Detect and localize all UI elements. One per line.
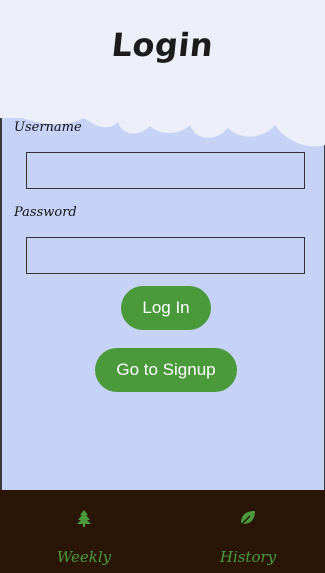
signup-button[interactable]: Go to Signup xyxy=(95,348,237,392)
username-label: Username xyxy=(14,120,82,135)
leaf-icon xyxy=(240,511,255,526)
password-label: Password xyxy=(14,205,77,220)
tree-icon xyxy=(77,510,91,527)
password-field[interactable] xyxy=(26,237,305,274)
username-field[interactable] xyxy=(26,152,305,189)
nav-label-weekly: Weekly xyxy=(56,548,112,566)
bottom-nav: Weekly History xyxy=(0,490,325,573)
nav-item-weekly[interactable]: Weekly xyxy=(34,490,134,573)
nav-item-history[interactable]: History xyxy=(198,490,298,573)
password-input[interactable] xyxy=(27,238,304,273)
nav-label-history: History xyxy=(219,548,277,566)
login-button[interactable]: Log In xyxy=(121,286,211,330)
page-title: Login xyxy=(109,26,216,64)
username-input[interactable] xyxy=(27,153,304,188)
